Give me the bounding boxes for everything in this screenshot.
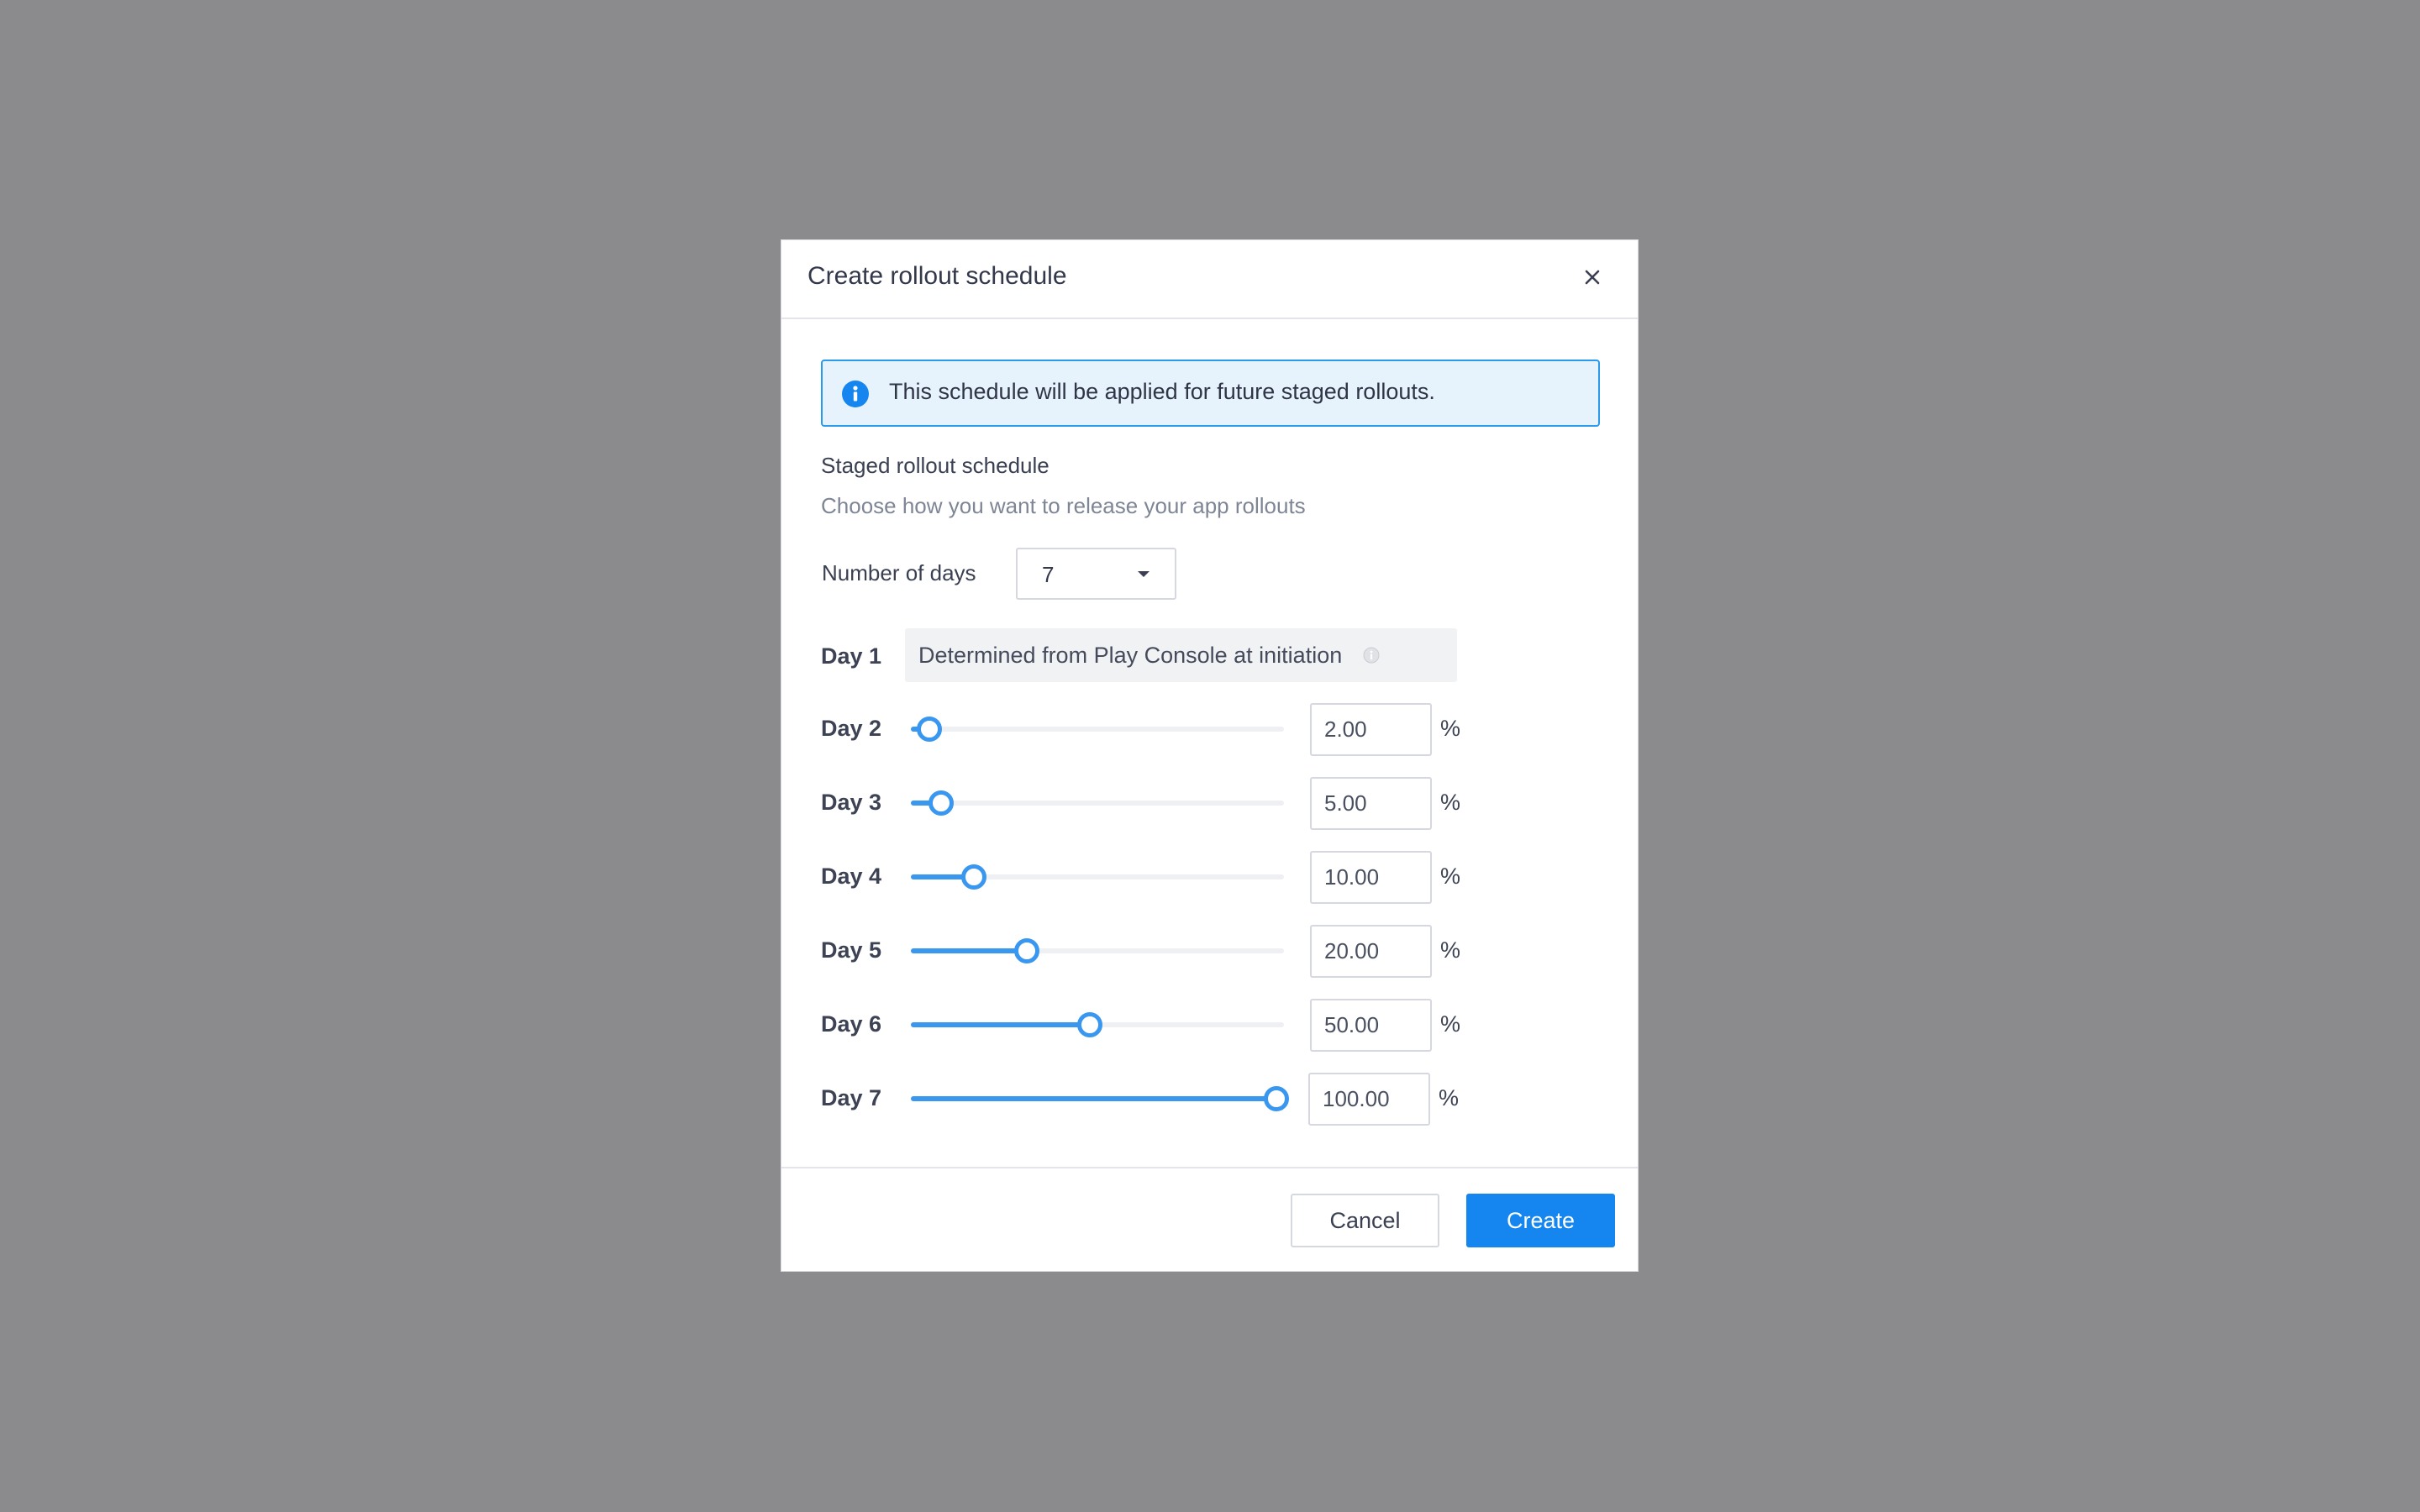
info-banner: This schedule will be applied for future… [821,360,1600,427]
slider-fill [911,1096,1277,1101]
number-of-days-select[interactable]: 7 [1016,548,1176,600]
day-4-slider[interactable] [911,864,1284,890]
day-4-label: Day 4 [821,864,882,889]
slider-thumb[interactable] [1013,938,1039,963]
day-1-text: Determined from Play Console at initiati… [918,643,1343,668]
day-2-percent-input[interactable] [1310,703,1432,756]
percent-unit: % [1440,864,1461,889]
day-4-percent-input[interactable] [1310,851,1432,904]
info-banner-text: This schedule will be applied for future… [889,379,1435,404]
section-description: Choose how you want to release your app … [821,493,1306,518]
day-6-slider[interactable] [911,1012,1284,1037]
slider-thumb[interactable] [961,864,987,890]
create-button[interactable]: Create [1466,1194,1615,1247]
slider-thumb[interactable] [1264,1086,1290,1111]
day-7-percent-input[interactable] [1308,1073,1430,1126]
number-of-days-label: Number of days [822,560,976,585]
dialog-title: Create rollout schedule [808,262,1067,290]
section-title: Staged rollout schedule [821,453,1050,478]
day-1-label: Day 1 [821,643,882,669]
day-5-label: Day 5 [821,937,882,963]
slider-thumb[interactable] [928,790,954,816]
dialog-header: Create rollout schedule [781,240,1638,319]
day-2-label: Day 2 [821,716,882,741]
percent-unit: % [1440,1011,1461,1037]
slider-thumb[interactable] [1077,1012,1103,1037]
day-7-label: Day 7 [821,1085,882,1110]
day-2-slider[interactable] [911,717,1284,742]
percent-unit: % [1440,716,1461,741]
slider-thumb[interactable] [917,717,943,742]
percent-unit: % [1440,790,1461,815]
day-6-percent-input[interactable] [1310,999,1432,1052]
day-6-label: Day 6 [821,1011,882,1037]
slider-fill [911,948,1027,953]
slider-rail [911,801,1284,806]
day-3-percent-input[interactable] [1310,777,1432,830]
day-3-slider[interactable] [911,790,1284,816]
percent-unit: % [1440,937,1461,963]
day-5-percent-input[interactable] [1310,925,1432,978]
info-icon [842,381,869,407]
slider-fill [911,1022,1091,1027]
chevron-down-icon [1138,571,1150,577]
number-of-days-value: 7 [1042,562,1055,587]
create-rollout-schedule-dialog: Create rollout schedule This schedule wi… [781,239,1639,1272]
dialog-footer: Cancel Create [781,1167,1638,1271]
close-button[interactable] [1576,260,1609,294]
day-5-slider[interactable] [911,938,1284,963]
day-1-info-box: Determined from Play Console at initiati… [905,628,1457,682]
day-7-slider[interactable] [911,1086,1290,1111]
close-icon [1585,270,1600,285]
cancel-button[interactable]: Cancel [1291,1194,1439,1247]
day-3-label: Day 3 [821,790,882,815]
percent-unit: % [1439,1085,1460,1110]
slider-rail [911,727,1284,732]
info-hint-icon[interactable] [1363,647,1380,664]
